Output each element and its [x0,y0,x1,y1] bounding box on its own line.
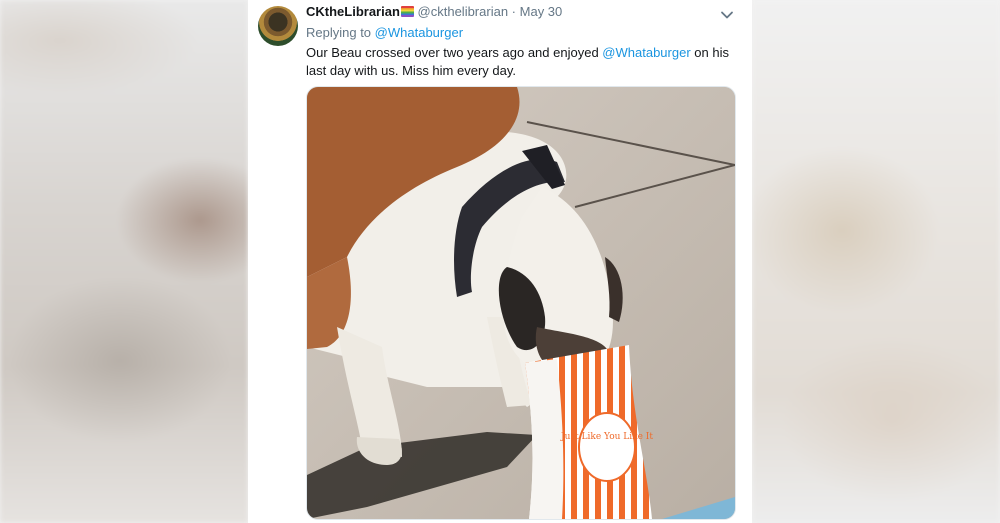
tweet-card: CKtheLibrarian @ckthelibrarian · May 30 … [248,0,752,523]
blurred-background-left [0,0,248,523]
replying-to: Replying to @Whataburger [306,25,463,41]
replying-to-label: Replying to [306,25,372,40]
rainbow-flag-icon [400,6,414,17]
tweet-date[interactable]: May 30 [520,4,563,19]
display-name[interactable]: CKtheLibrarian [306,4,400,19]
bag-label: Just Like You Like It [560,432,653,442]
replying-to-mention[interactable]: @Whataburger [375,25,463,40]
tweet-text-mention[interactable]: @Whataburger [602,45,690,60]
separator-dot: · [511,4,517,19]
avatar[interactable] [258,6,298,46]
tweet-photo[interactable]: Just Like You Like It [306,86,736,520]
tweet-header: CKtheLibrarian @ckthelibrarian · May 30 [306,4,562,20]
tweet-text: Our Beau crossed over two years ago and … [306,44,738,80]
blurred-background-right [752,0,1000,523]
dog-photo-illustration: Just Like You Like It [307,87,735,519]
chevron-down-icon[interactable] [720,8,734,22]
user-handle[interactable]: @ckthelibrarian [418,4,509,19]
tweet-text-part1: Our Beau crossed over two years ago and … [306,45,603,60]
